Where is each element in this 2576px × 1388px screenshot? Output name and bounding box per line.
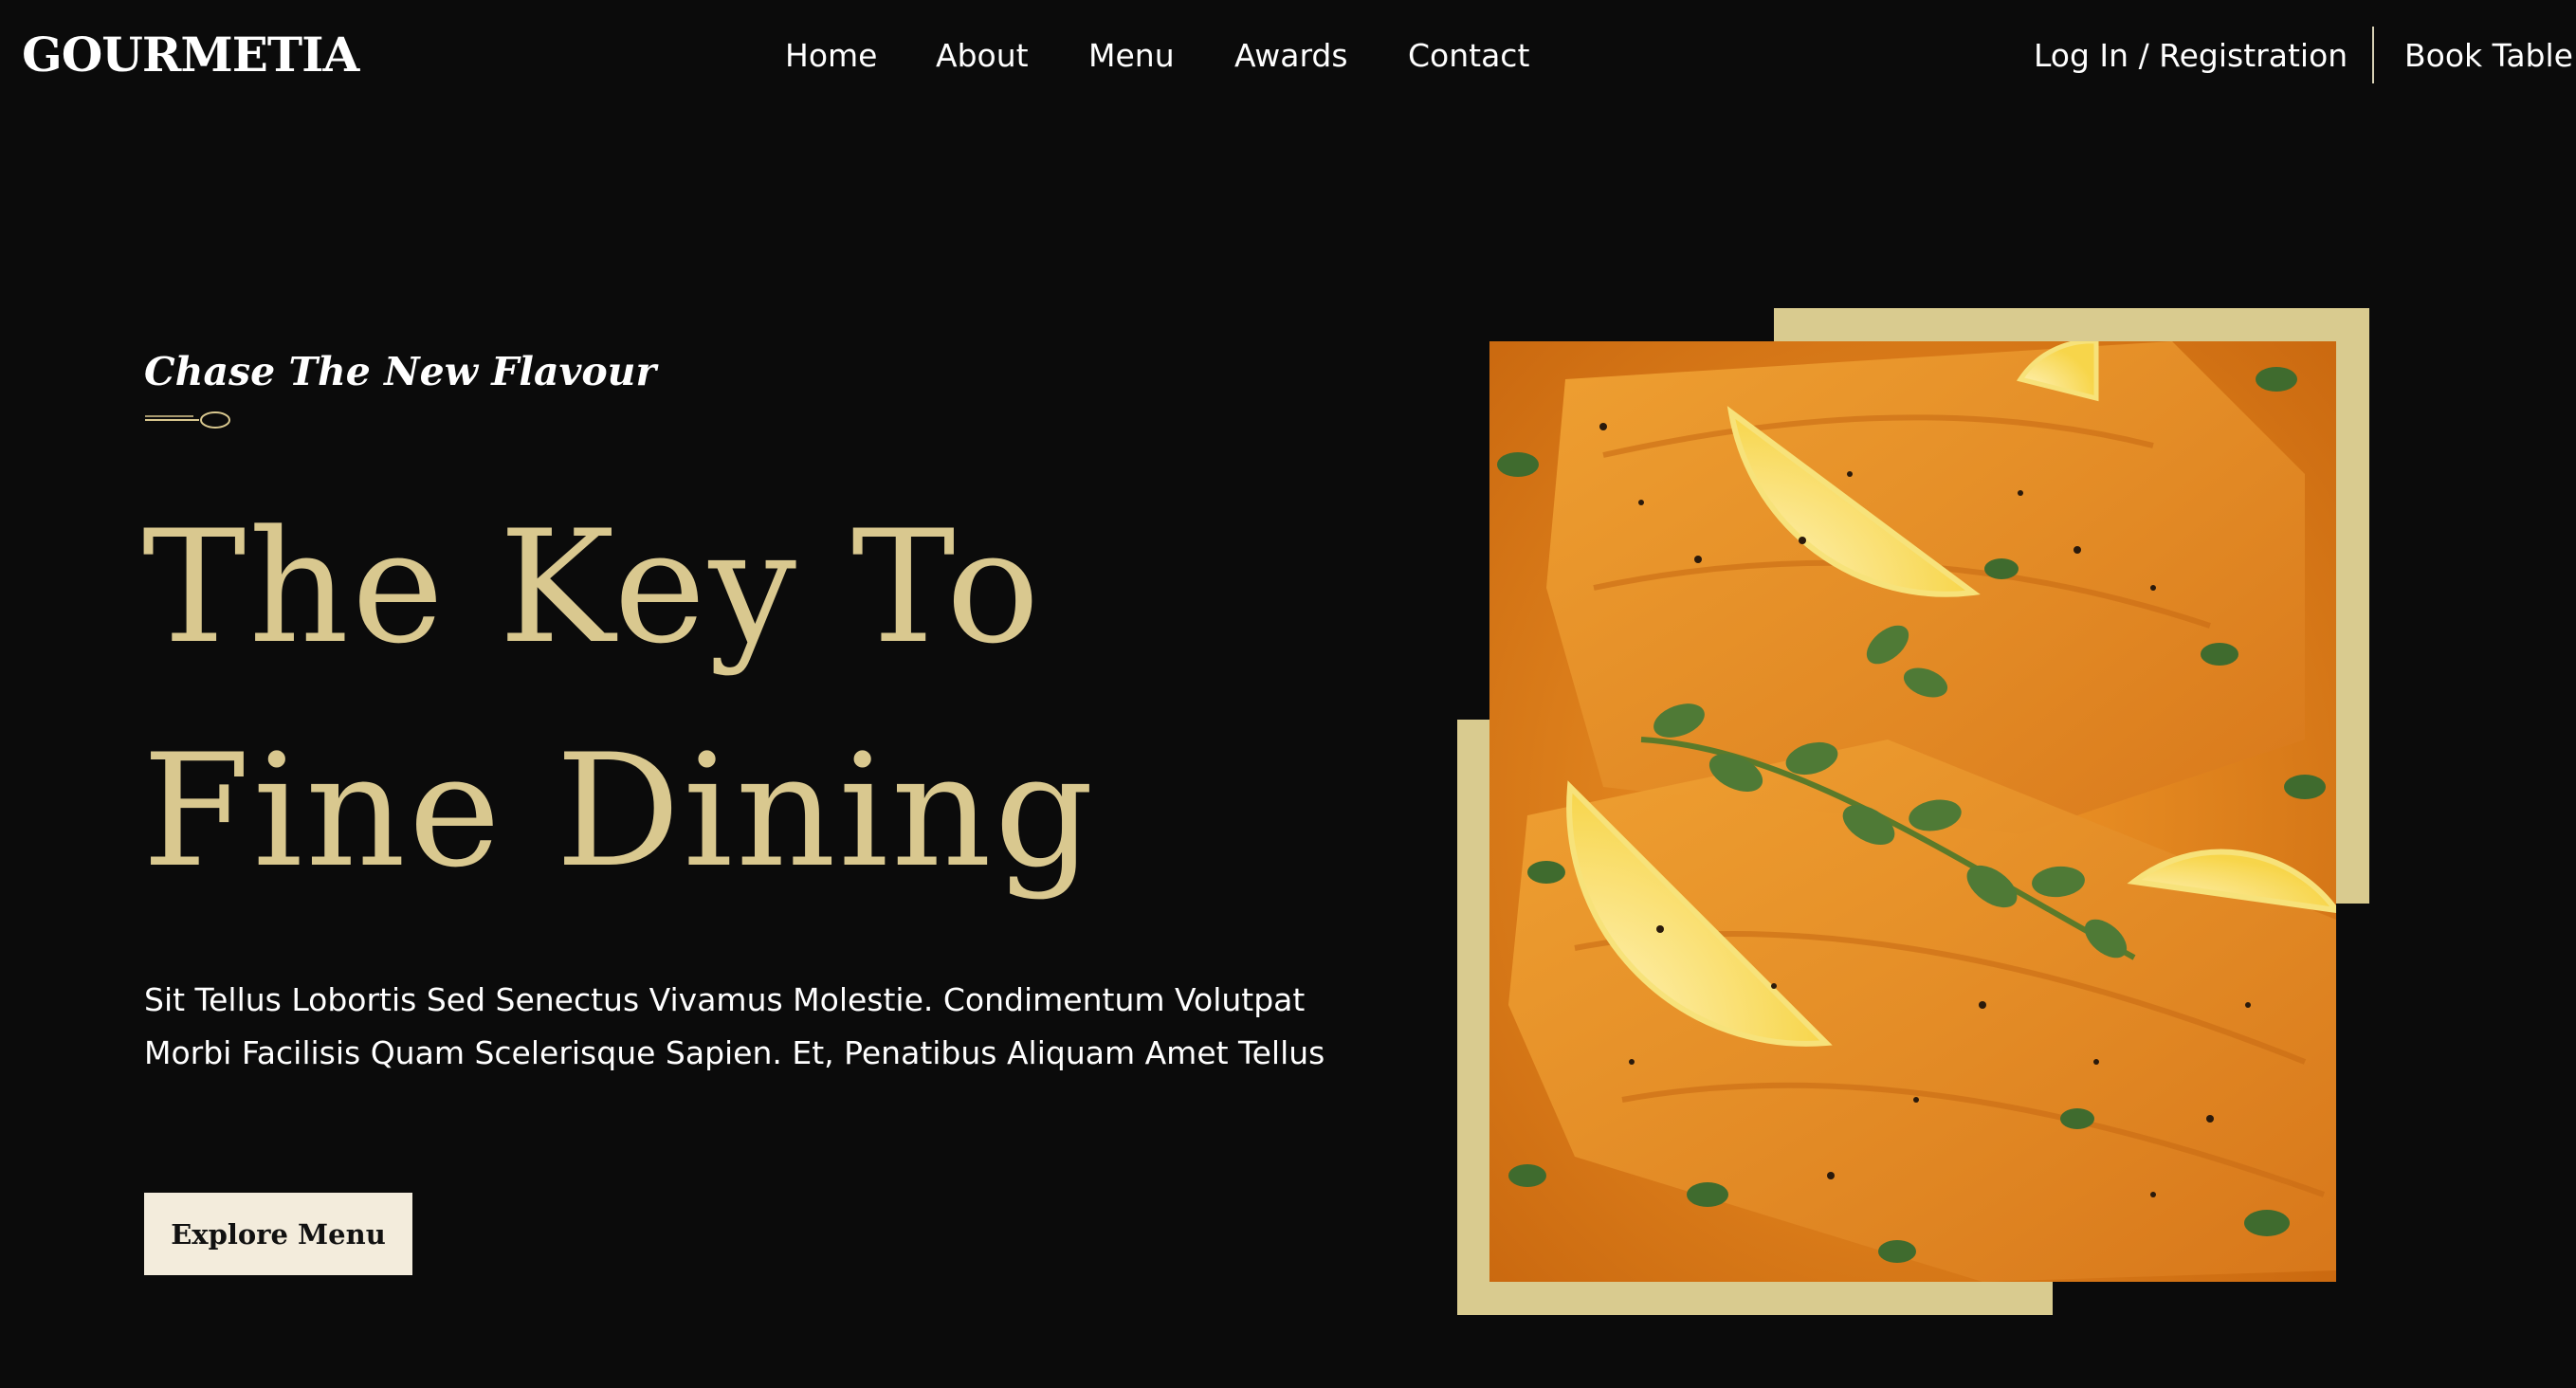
header-actions: Log In / Registration Book Table	[0, 27, 2576, 83]
hero-headline: The Key To Fine Dining	[142, 476, 1097, 923]
login-registration-link[interactable]: Log In / Registration	[2034, 32, 2348, 80]
salmon-dish-image	[1489, 341, 2336, 1282]
hero-description: Sit Tellus Lobortis Sed Senectus Vivamus…	[144, 981, 1325, 1071]
explore-menu-button[interactable]: Explore Menu	[144, 1193, 412, 1275]
book-table-link[interactable]: Book Table	[2404, 32, 2573, 80]
headline-line-1: The Key To	[142, 497, 1043, 678]
hero-tagline: Chase The New Flavour	[144, 349, 657, 394]
spoon-icon	[145, 411, 230, 429]
headline-line-2: Fine Dining	[142, 721, 1097, 902]
header-divider	[2372, 27, 2374, 83]
